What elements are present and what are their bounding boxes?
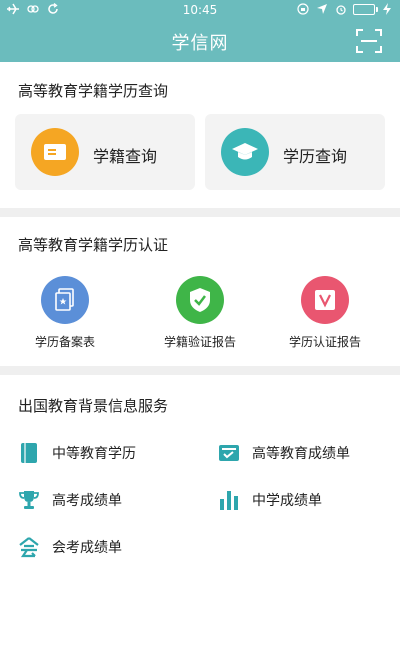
secondary-education-item[interactable]: 中等教育学历 [18,440,136,466]
record-form-label: 学历备案表 [34,335,95,349]
verification-report-label: 学籍验证报告 [163,335,236,349]
abroad-section-title: 出国教育背景信息服务 [18,397,169,415]
status-bar: 10:45 [0,0,400,20]
location-icon [315,2,329,16]
trophy-icon [18,489,40,511]
query-section-title: 高等教育学籍学历查询 [18,82,169,100]
xueji-query-label: 学籍查询 [93,147,158,166]
huikao-transcript-label: 会考成绩单 [52,540,122,556]
verification-report-item[interactable]: 学籍验证报告 [145,276,255,350]
secondary-education-label: 中等教育学历 [52,446,136,462]
charging-icon [380,2,394,16]
section-divider-1 [0,208,400,217]
certification-report-item[interactable]: 学历认证报告 [270,276,380,350]
xueli-query-card[interactable]: 学历查询 [205,114,385,190]
middle-school-transcript-item[interactable]: 中学成绩单 [218,487,322,513]
xueli-query-label: 学历查询 [283,147,348,166]
alarm-icon [334,2,348,16]
higher-ed-transcript-item[interactable]: 高等教育成绩单 [218,440,350,466]
gaokao-transcript-label: 高考成绩单 [52,493,122,509]
book-icon [18,442,40,464]
record-form-item[interactable]: 学历备案表 [10,276,120,350]
verified-shield-icon [176,276,224,324]
hui-character-icon [18,536,40,558]
lock-rotation-icon [296,2,310,16]
nav-bar: 学信网 [0,20,400,62]
scan-icon [356,29,382,53]
certificate-v-icon [301,276,349,324]
status-right-icons [296,2,394,16]
scan-button[interactable] [356,29,382,53]
bar-chart-icon [218,489,240,511]
cert-section-title: 高等教育学籍学历认证 [18,236,169,254]
huikao-transcript-item[interactable]: 会考成绩单 [18,534,122,560]
id-card-icon [31,128,79,176]
record-form-icon [41,276,89,324]
middle-school-transcript-label: 中学成绩单 [252,493,322,509]
higher-ed-transcript-label: 高等教育成绩单 [252,446,350,462]
transcript-check-icon [218,442,240,464]
xueji-query-card[interactable]: 学籍查询 [15,114,195,190]
graduation-cap-icon [221,128,269,176]
page-title: 学信网 [171,33,229,54]
section-divider-2 [0,366,400,375]
certification-report-label: 学历认证报告 [288,335,361,349]
battery-icon [353,3,378,15]
gaokao-transcript-item[interactable]: 高考成绩单 [18,487,122,513]
